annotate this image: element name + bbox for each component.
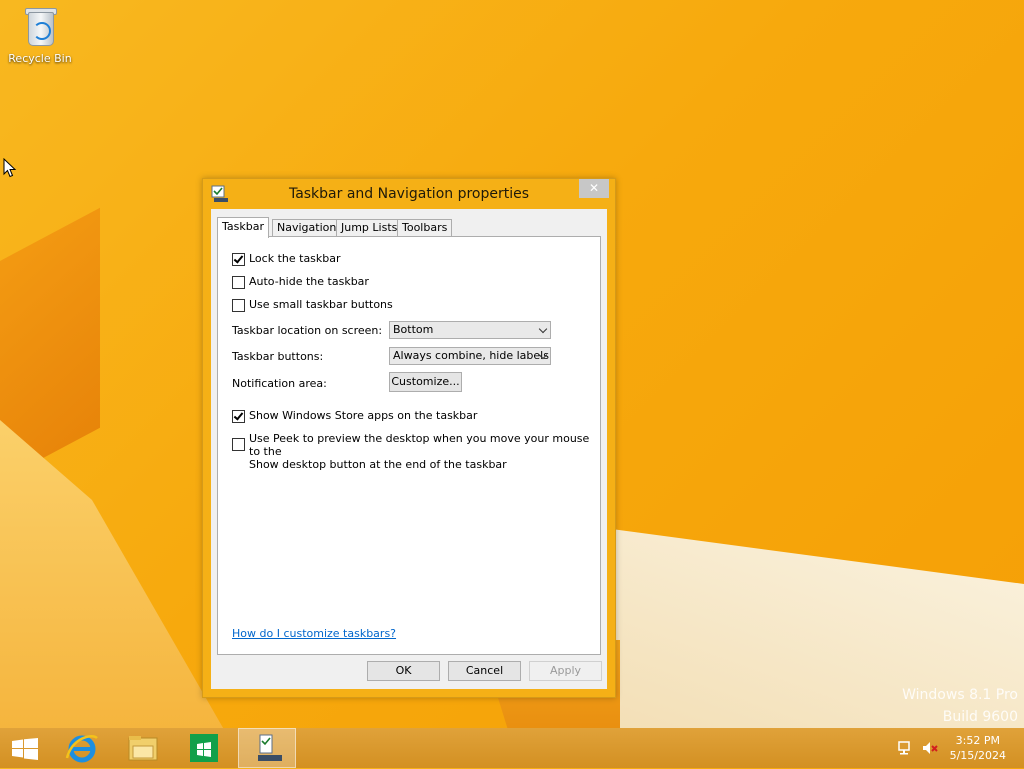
network-icon[interactable] (898, 740, 914, 756)
tab-navigation[interactable]: Navigation (272, 219, 342, 236)
clock-time: 3:52 PM (955, 734, 1000, 747)
checkbox-label: Use small taskbar buttons (249, 298, 393, 311)
taskbar-clock[interactable]: 3:52 PM 5/15/2024 (950, 733, 1006, 763)
close-button[interactable]: ✕ (579, 179, 609, 198)
checkbox-label: Auto-hide the taskbar (249, 275, 369, 288)
peek-label-line2: Show desktop button at the end of the ta… (249, 458, 507, 471)
taskbar-buttons-dropdown[interactable]: Always combine, hide labels (389, 347, 551, 365)
auto-hide-checkbox[interactable]: Auto-hide the taskbar (232, 275, 369, 289)
notification-area-label: Notification area: (232, 377, 327, 390)
watermark-line1: Windows 8.1 Pro (902, 687, 1018, 703)
checkbox-label: Use Peek to preview the desktop when you… (249, 432, 600, 471)
taskbar-buttons-label: Taskbar buttons: (232, 350, 324, 363)
desktop-icon-recycle-bin[interactable]: Recycle Bin (6, 6, 74, 65)
checkbox-box (232, 410, 245, 423)
desktop-icon-label: Recycle Bin (8, 52, 72, 65)
dialog-client: Taskbar Navigation Jump Lists Toolbars L… (211, 209, 607, 689)
taskbar-windows-store[interactable] (174, 728, 232, 768)
tab-jump-lists[interactable]: Jump Lists (336, 219, 403, 236)
ok-button[interactable]: OK (367, 661, 440, 681)
taskbar-properties-window[interactable] (238, 728, 296, 768)
peek-label-line1: Use Peek to preview the desktop when you… (249, 432, 590, 458)
location-label: Taskbar location on screen: (232, 324, 383, 337)
watermark-line2: Build 9600 (942, 709, 1018, 725)
checkbox-label: Lock the taskbar (249, 252, 341, 265)
windows-store-icon (190, 734, 218, 762)
tab-taskbar[interactable]: Taskbar (217, 217, 269, 238)
taskbar-buttons-value: Always combine, hide labels (393, 349, 549, 362)
volume-muted-icon[interactable] (922, 740, 938, 756)
recycle-bin-icon (25, 6, 57, 46)
store-apps-checkbox[interactable]: Show Windows Store apps on the taskbar (232, 409, 477, 423)
taskbar-properties-dialog: Taskbar and Navigation properties ✕ Task… (202, 178, 616, 698)
taskbar-file-explorer[interactable] (113, 728, 171, 768)
location-value: Bottom (393, 323, 434, 336)
cancel-button[interactable]: Cancel (448, 661, 521, 681)
customize-button[interactable]: Customize... (389, 372, 462, 392)
peek-checkbox[interactable]: Use Peek to preview the desktop when you… (232, 432, 600, 471)
apply-button[interactable]: Apply (529, 661, 602, 681)
lock-taskbar-checkbox[interactable]: Lock the taskbar (232, 252, 341, 266)
close-icon: ✕ (588, 181, 600, 195)
taskbar-internet-explorer[interactable] (53, 728, 111, 768)
location-dropdown[interactable]: Bottom (389, 321, 551, 339)
tab-toolbars[interactable]: Toolbars (397, 219, 453, 236)
wallpaper-shape (0, 420, 230, 740)
os-watermark: Windows 8.1 Pro Build 9600 (902, 684, 1018, 728)
checkbox-label: Show Windows Store apps on the taskbar (249, 409, 478, 422)
help-link[interactable]: How do I customize taskbars? (232, 627, 396, 640)
start-button[interactable] (0, 728, 58, 768)
taskbar-tab-panel: Lock the taskbar Auto-hide the taskbar U… (217, 236, 601, 655)
checkbox-box (232, 253, 245, 266)
checkbox-box (232, 299, 245, 312)
checkbox-box (232, 276, 245, 289)
internet-explorer-icon (65, 734, 98, 763)
small-buttons-checkbox[interactable]: Use small taskbar buttons (232, 298, 393, 312)
clock-date: 5/15/2024 (949, 749, 1006, 762)
mouse-pointer-icon (3, 158, 17, 178)
start-icon (12, 738, 38, 760)
dialog-titlebar[interactable]: Taskbar and Navigation properties ✕ (203, 179, 615, 209)
taskbar-properties-icon (258, 734, 282, 761)
chevron-down-icon (538, 324, 548, 334)
taskbar: 3:52 PM 5/15/2024 (0, 728, 1024, 768)
checkbox-box (232, 438, 245, 451)
file-explorer-icon (128, 736, 158, 761)
dialog-title: Taskbar and Navigation properties (288, 186, 530, 202)
